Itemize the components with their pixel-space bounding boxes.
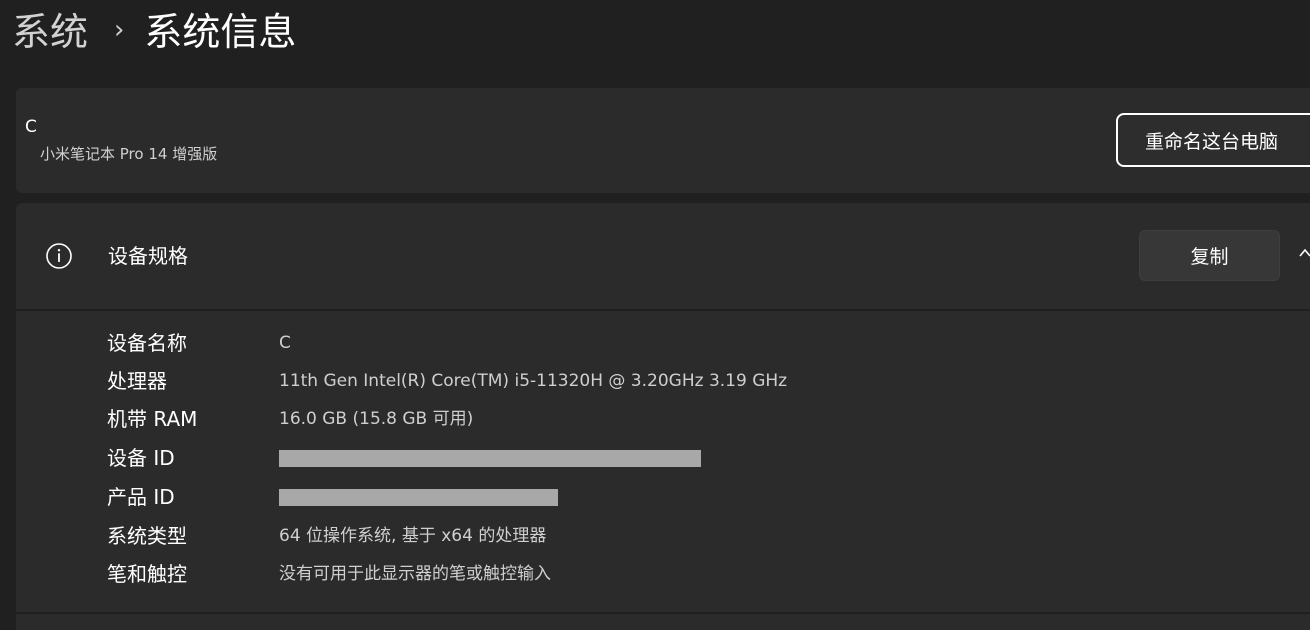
breadcrumb-system-link[interactable]: 系统: [12, 13, 88, 51]
breadcrumb-separator-icon: ›: [114, 15, 125, 45]
spec-value: 11th Gen Intel(R) Core(TM) i5-11320H @ 3…: [279, 371, 788, 391]
rename-pc-button[interactable]: 重命名这台电脑: [1116, 113, 1310, 167]
spec-label: 系统类型: [107, 524, 187, 548]
spec-row-installed-ram: 机带 RAM 16.0 GB (15.8 GB 可用): [0, 409, 1310, 447]
spec-row-system-type: 系统类型 64 位操作系统, 基于 x64 的处理器: [0, 526, 1310, 564]
spec-label: 处理器: [107, 369, 167, 393]
spec-label: 产品 ID: [107, 485, 175, 509]
spec-row-device-name: 设备名称 C: [0, 333, 1310, 371]
spec-value: 16.0 GB (15.8 GB 可用): [279, 409, 474, 429]
spec-row-processor: 处理器 11th Gen Intel(R) Core(TM) i5-11320H…: [0, 371, 1310, 409]
product-id-redaction: [279, 489, 558, 506]
device-specifications-title: 设备规格: [108, 244, 188, 268]
breadcrumb: 系统 › 系统信息: [12, 4, 296, 60]
specs-bottom-divider: [16, 612, 1310, 614]
device-model: 小米笔记本 Pro 14 增强版: [40, 145, 218, 163]
spec-label: 笔和触控: [107, 562, 187, 586]
device-id-redaction: [279, 450, 701, 467]
spec-value: 没有可用于此显示器的笔或触控输入: [279, 564, 551, 584]
spec-value: 64 位操作系统, 基于 x64 的处理器: [279, 526, 547, 546]
specs-header-divider: [16, 309, 1310, 311]
spec-label: 机带 RAM: [107, 407, 198, 431]
spec-label: 设备名称: [107, 331, 187, 355]
spec-row-product-id: 产品 ID: [0, 487, 1310, 525]
spec-label: 设备 ID: [107, 446, 175, 470]
info-icon: [46, 243, 72, 269]
copy-button[interactable]: 复制: [1139, 230, 1280, 281]
settings-page: 系统 › 系统信息 C 小米笔记本 Pro 14 增强版 重命名这台电脑 设备规…: [0, 0, 1310, 630]
spec-value: C: [279, 333, 291, 353]
page-title: 系统信息: [144, 10, 297, 54]
device-name: C: [25, 117, 37, 137]
chevron-up-icon[interactable]: [1298, 246, 1310, 260]
spec-row-pen-touch: 笔和触控 没有可用于此显示器的笔或触控输入: [0, 564, 1310, 602]
